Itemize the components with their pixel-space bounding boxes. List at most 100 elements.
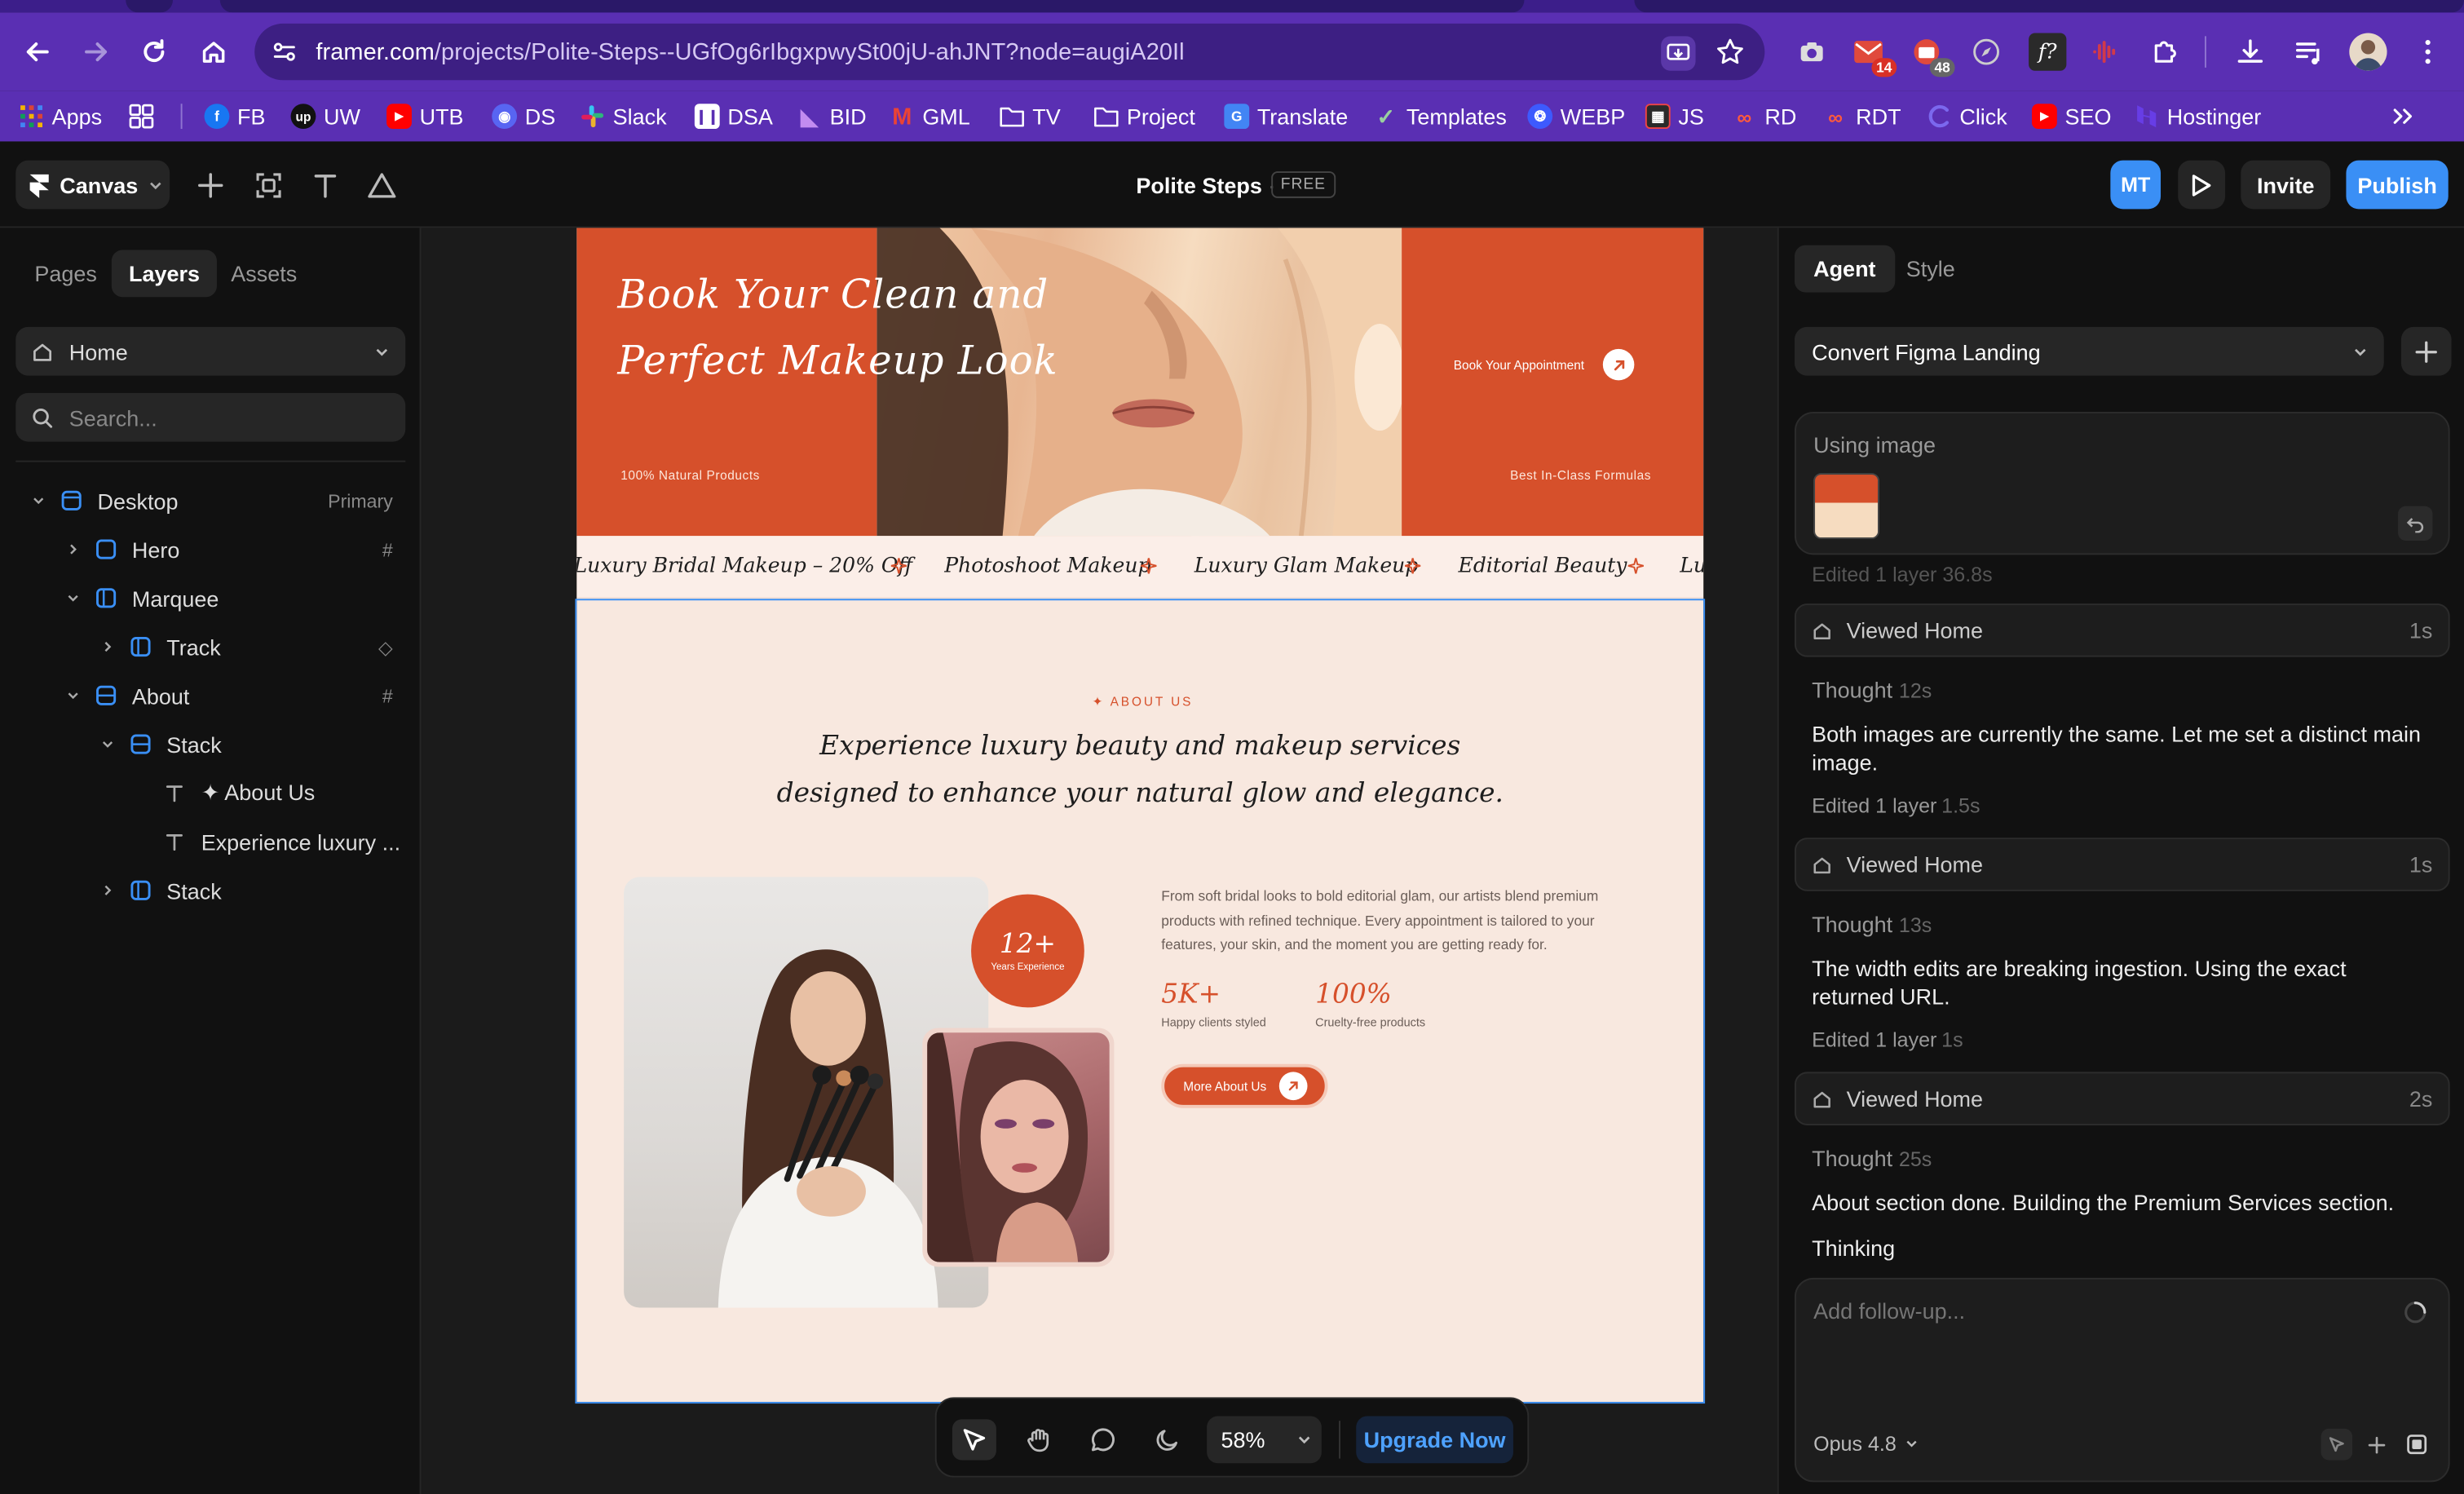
insert-button[interactable]	[193, 168, 227, 202]
layer-row-about-us-text[interactable]: ✦ About Us	[0, 768, 422, 817]
profile-avatar[interactable]	[2349, 33, 2387, 71]
bookmark-project[interactable]: Project	[1093, 102, 1195, 130]
chevron-right-icon[interactable]	[63, 540, 82, 559]
thought-label[interactable]: Thought 12s	[1812, 678, 1932, 703]
stat-cruelty-free[interactable]: 100% Cruelty-free products	[1315, 979, 1425, 1030]
bookmark-dsa[interactable]: ❙❙ DSA	[694, 102, 773, 130]
chevron-down-icon[interactable]	[63, 686, 82, 705]
chevron-down-icon[interactable]	[29, 491, 47, 510]
invite-button[interactable]: Invite	[2241, 160, 2331, 210]
bookmark-star-icon[interactable]	[1715, 36, 1746, 68]
bookmark-bid[interactable]: ◣ BID	[797, 102, 866, 130]
frame-tool-button[interactable]	[251, 168, 285, 202]
stat-happy-clients[interactable]: 5K+ Happy clients styled	[1161, 979, 1266, 1030]
book-appointment-button[interactable]: Book Your Appointment	[1454, 348, 1635, 381]
bookmark-js[interactable]: ▦ JS	[1645, 102, 1704, 130]
downloads-icon[interactable]	[2232, 33, 2269, 70]
theme-toggle-button[interactable]	[1146, 1419, 1190, 1460]
layer-search-input[interactable]: Search...	[15, 392, 406, 442]
edited-layer-log[interactable]: Edited 1 layer 1.5s	[1812, 793, 1980, 817]
hero-right-panel[interactable]	[1402, 228, 1704, 537]
bookmark-tab-groups[interactable]	[129, 102, 154, 130]
mail-extension-icon[interactable]: 14	[1849, 33, 1897, 77]
followup-input[interactable]	[1813, 1297, 2364, 1324]
text-tool-button[interactable]	[308, 168, 342, 202]
site-info-icon[interactable]	[270, 38, 298, 66]
layer-row-track[interactable]: Track ◇	[0, 622, 422, 671]
layer-row-marquee[interactable]: Marquee	[0, 573, 422, 622]
chevron-right-icon[interactable]	[97, 638, 116, 656]
agent-task-select[interactable]: Convert Figma Landing	[1794, 326, 2384, 376]
browser-tab[interactable]	[126, 0, 174, 13]
experience-badge[interactable]: 12+ Years Experience	[971, 894, 1084, 1008]
publish-button[interactable]: Publish	[2346, 160, 2449, 210]
tool-call-viewed-home[interactable]: Viewed Home 1s	[1794, 838, 2450, 891]
bookmark-translate[interactable]: G Translate	[1224, 102, 1348, 130]
tab-style[interactable]: Style	[1888, 245, 1974, 293]
about-eyebrow[interactable]: ✦ ABOUT US	[1092, 695, 1193, 709]
marquee-track[interactable]: Luxury Bridal Makeup – 20% Off Photoshoo…	[576, 536, 1704, 599]
project-title[interactable]: Polite Steps ·	[1136, 173, 1275, 198]
attach-button[interactable]	[2360, 1429, 2392, 1461]
chevron-down-icon[interactable]	[97, 735, 116, 754]
bookmark-webp[interactable]: ❂ WEBP	[1527, 102, 1625, 130]
bookmark-slack[interactable]: Slack	[580, 102, 667, 130]
zoom-select[interactable]: 58%	[1207, 1416, 1322, 1464]
design-canvas[interactable]: Book Your Clean and Perfect Makeup Look …	[422, 228, 1777, 1494]
canvas-menu-button[interactable]: Canvas	[15, 160, 170, 210]
stop-button[interactable]	[2401, 1429, 2433, 1461]
upgrade-now-button[interactable]: Upgrade Now	[1356, 1416, 1513, 1464]
bookmark-hostinger[interactable]: Hostinger	[2134, 102, 2261, 130]
undo-button[interactable]	[2398, 506, 2433, 541]
select-tool-button[interactable]	[952, 1419, 996, 1461]
comment-tool-button[interactable]	[1081, 1419, 1125, 1460]
layer-row-experience-text[interactable]: Experience luxury ...	[0, 817, 422, 866]
bookmark-rdt[interactable]: ∞ RDT	[1823, 102, 1901, 130]
edited-layer-log[interactable]: Edited 1 layer 1s	[1812, 1028, 1963, 1051]
about-title[interactable]: Experience luxury beauty and makeup serv…	[576, 723, 1703, 818]
calendar-extension-icon[interactable]: 48	[1908, 33, 1955, 77]
install-app-icon[interactable]	[1661, 36, 1696, 71]
bookmark-utb[interactable]: ▶ UTB	[386, 102, 464, 130]
address-bar[interactable]: framer.com/projects/Polite-Steps--UGfOg6…	[254, 23, 1765, 81]
reload-button[interactable]	[135, 33, 173, 70]
bookmark-gml[interactable]: M GML	[890, 102, 970, 130]
model-select[interactable]: Opus 4.8	[1813, 1432, 1919, 1456]
vector-tool-button[interactable]	[364, 168, 399, 202]
preview-button[interactable]	[2178, 160, 2226, 210]
bookmark-rd[interactable]: ∞ RD	[1732, 102, 1796, 130]
browser-tab[interactable]	[219, 0, 1525, 13]
layer-row-stack-2[interactable]: Stack	[0, 866, 422, 915]
compass-extension-icon[interactable]	[1967, 33, 2005, 70]
about-body-text[interactable]: From soft bridal looks to bold editorial…	[1161, 885, 1648, 958]
function-extension-icon[interactable]: f?	[2029, 33, 2067, 71]
browser-menu-icon[interactable]	[2409, 33, 2447, 70]
tool-call-viewed-home[interactable]: Viewed Home 1s	[1794, 603, 2450, 657]
bookmark-click[interactable]: Click	[1927, 102, 2007, 130]
bookmark-tv[interactable]: TV	[1000, 102, 1061, 130]
page-select[interactable]: Home	[15, 326, 406, 376]
bookmark-apps[interactable]: Apps	[19, 102, 102, 130]
tab-pages[interactable]: Pages	[17, 250, 114, 297]
new-agent-button[interactable]	[2400, 326, 2452, 376]
portrait-image[interactable]	[922, 1028, 1115, 1267]
bookmark-seo[interactable]: ▶ SEO	[2031, 102, 2111, 130]
tab-assets[interactable]: Assets	[214, 250, 314, 297]
tab-layers[interactable]: Layers	[111, 250, 218, 298]
more-about-us-button[interactable]: More About Us	[1161, 1063, 1328, 1108]
bookmark-fb[interactable]: f FB	[204, 102, 266, 130]
media-queue-icon[interactable]	[2290, 33, 2327, 70]
home-button[interactable]	[195, 33, 232, 70]
attached-image-thumbnail[interactable]	[1813, 473, 1880, 540]
bookmark-templates[interactable]: ✓ Templates	[1373, 102, 1507, 130]
bookmark-uw[interactable]: up UW	[290, 102, 360, 130]
layer-row-about[interactable]: About #	[0, 671, 422, 720]
bookmark-ds[interactable]: ◉ DS	[492, 102, 555, 130]
hand-tool-button[interactable]	[1017, 1419, 1061, 1460]
camera-extension-icon[interactable]	[1793, 33, 1830, 70]
desktop-frame[interactable]: Book Your Clean and Perfect Makeup Look …	[576, 228, 1704, 1403]
layer-row-hero[interactable]: Hero #	[0, 525, 422, 574]
chevron-right-icon[interactable]	[97, 881, 116, 899]
extensions-puzzle-icon[interactable]	[2147, 33, 2184, 70]
url-text[interactable]: framer.com/projects/Polite-Steps--UGfOg6…	[316, 39, 1184, 66]
